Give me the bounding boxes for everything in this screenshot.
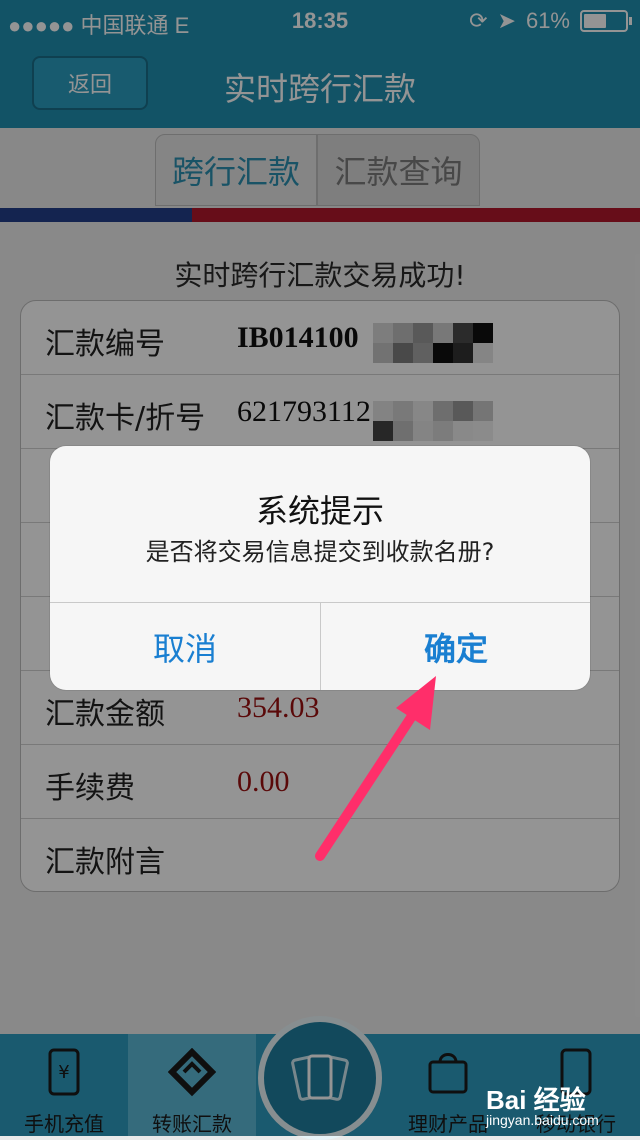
cancel-button[interactable]: 取消 [50, 603, 320, 690]
watermark-site: jingyan.baidu.com [486, 1112, 599, 1128]
dialog-title: 系统提示 [255, 492, 384, 530]
dialog-message: 是否将交易信息提交到收款名册? [145, 538, 495, 566]
annotation-arrow-icon [315, 676, 436, 861]
baidu-watermark: Bai 经验 jingyan.baidu.com [486, 1080, 636, 1132]
alert-dialog: 系统提示 是否将交易信息提交到收款名册? 取消 确定 [50, 446, 590, 690]
